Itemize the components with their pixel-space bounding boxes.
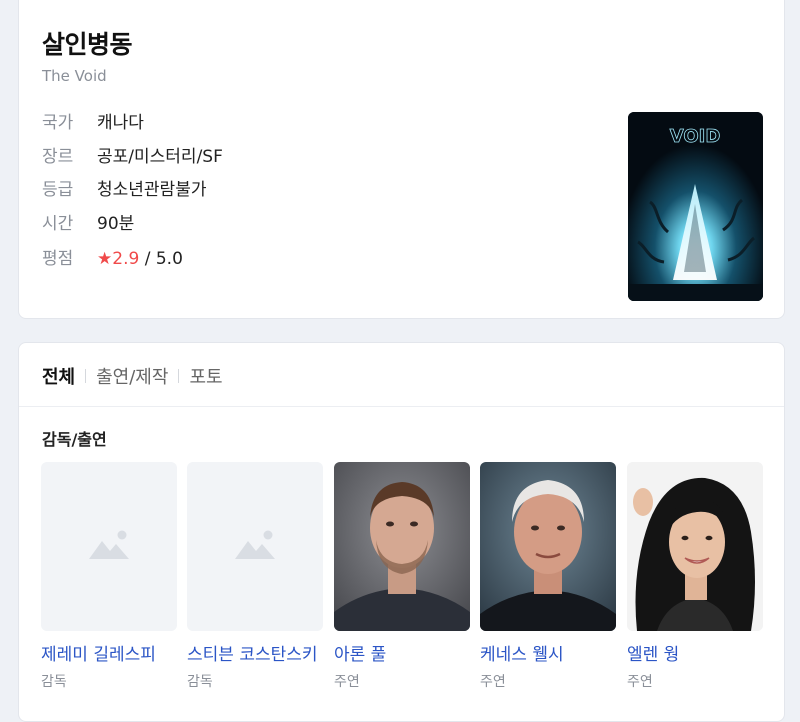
info-row-country: 국가 캐나다 xyxy=(42,111,144,135)
person-role: 감독 xyxy=(187,674,213,690)
tab-all[interactable]: 전체 xyxy=(42,363,75,389)
person-photo-placeholder[interactable] xyxy=(41,462,177,631)
rating-score: 2.9 xyxy=(112,249,140,269)
person-photo[interactable] xyxy=(627,462,763,631)
person-name[interactable]: 엘렌 웡 xyxy=(627,640,775,665)
info-value: 청소년관람불가 xyxy=(97,180,207,200)
info-row-rating-grade: 등급 청소년관람불가 xyxy=(42,178,206,202)
image-placeholder-icon xyxy=(235,530,275,559)
cast-item[interactable]: 스티븐 코스탄스키 감독 xyxy=(187,462,323,691)
person-photo[interactable] xyxy=(480,462,616,631)
person-role: 주연 xyxy=(627,674,653,690)
info-row-runtime: 시간 90분 xyxy=(42,212,134,236)
cast-card: 전체 출연/제작 포토 감독/출연 제레미 길레스피 감독 스티븐 코스탄스키 … xyxy=(18,342,785,722)
info-label: 시간 xyxy=(42,214,74,234)
person-role: 감독 xyxy=(41,674,67,690)
tab-cast-crew[interactable]: 출연/제작 xyxy=(96,363,168,389)
tab-divider xyxy=(85,369,87,383)
info-value: 공포/미스터리/SF xyxy=(97,147,223,167)
poster-title: VOID xyxy=(670,126,721,147)
star-icon: ★ xyxy=(97,249,113,269)
info-value: 캐나다 xyxy=(97,113,144,133)
rating-separator: / xyxy=(139,249,156,269)
person-name[interactable]: 제레미 길레스피 xyxy=(41,640,189,665)
person-name[interactable]: 스티븐 코스탄스키 xyxy=(187,640,323,665)
image-placeholder-icon xyxy=(89,530,129,559)
tab-photos[interactable]: 포토 xyxy=(189,363,222,389)
movie-title: 살인병동 xyxy=(42,30,133,59)
movie-poster[interactable]: VOID xyxy=(628,112,763,301)
section-title: 감독/출연 xyxy=(42,430,107,449)
info-label: 등급 xyxy=(42,180,74,200)
person-photo[interactable] xyxy=(334,462,470,631)
cast-item[interactable]: 아론 풀 주연 xyxy=(334,462,470,691)
tab-divider xyxy=(178,369,180,383)
movie-original-title: The Void xyxy=(42,67,107,85)
tab-bar: 전체 출연/제작 포토 xyxy=(42,363,223,389)
person-role: 주연 xyxy=(334,674,360,690)
info-row-score: 평점 ★2.9 / 5.0 xyxy=(42,247,183,271)
info-row-genre: 장르 공포/미스터리/SF xyxy=(42,145,223,169)
person-photo-placeholder[interactable] xyxy=(187,462,323,631)
info-label: 평점 xyxy=(42,249,74,269)
cast-item[interactable]: 제레미 길레스피 감독 xyxy=(41,462,177,691)
rating-max: 5.0 xyxy=(155,249,183,269)
info-value: 90분 xyxy=(97,214,135,234)
info-label: 장르 xyxy=(42,147,74,167)
cast-item[interactable]: 엘렌 웡 주연 xyxy=(627,462,763,691)
person-name[interactable]: 아론 풀 xyxy=(334,640,482,665)
cast-item[interactable]: 케네스 웰시 주연 xyxy=(480,462,616,691)
info-label: 국가 xyxy=(42,113,74,133)
person-role: 주연 xyxy=(480,674,506,690)
tab-underline-divider xyxy=(19,406,784,407)
person-name[interactable]: 케네스 웰시 xyxy=(480,640,628,665)
movie-info-card: 살인병동 The Void 국가 캐나다 장르 공포/미스터리/SF 등급 청소년관람… xyxy=(18,0,785,319)
